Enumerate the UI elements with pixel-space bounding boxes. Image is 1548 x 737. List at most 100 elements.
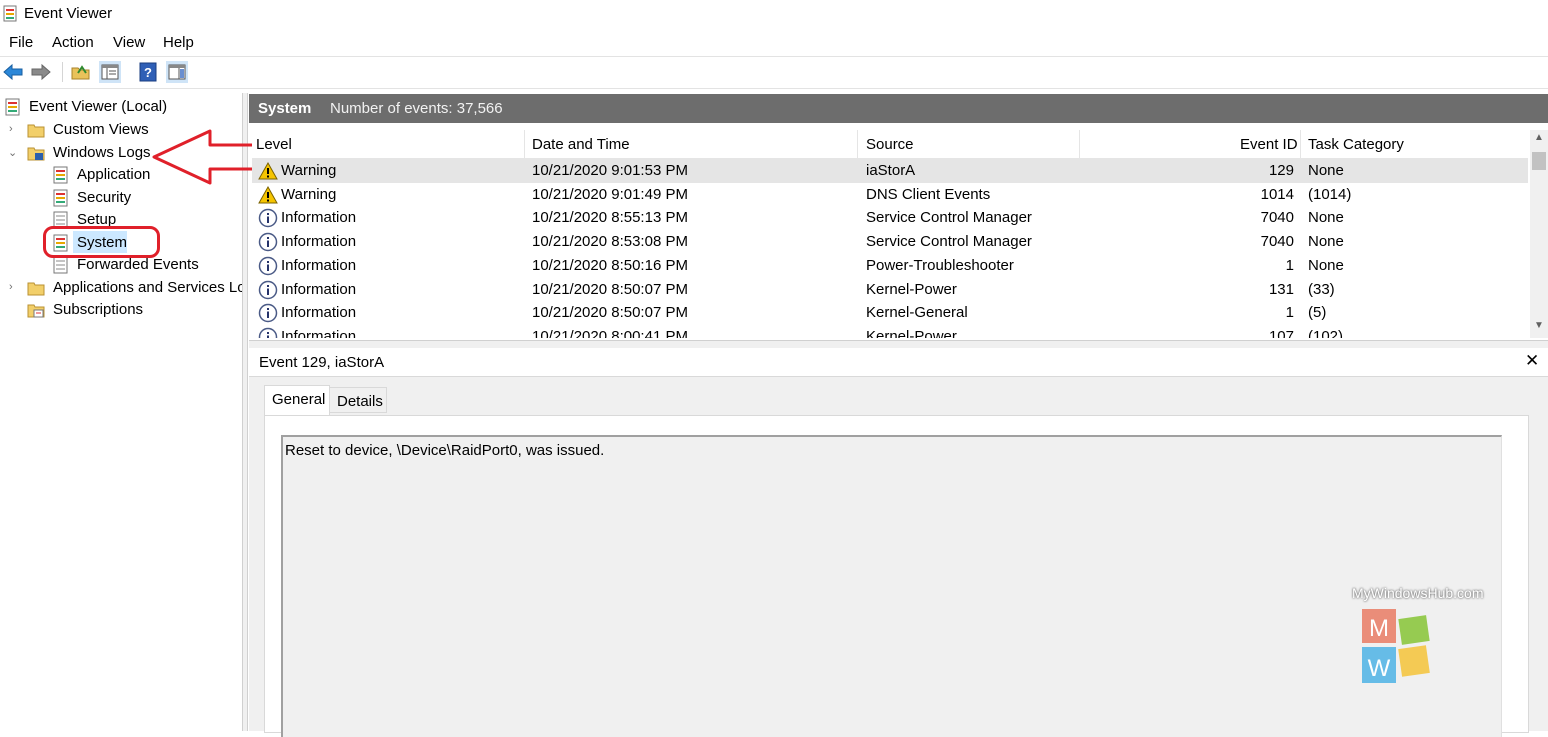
cell-source: Service Control Manager — [866, 233, 1032, 251]
column-header-event-id[interactable]: Event ID — [1240, 136, 1298, 153]
tree-label-root: Event Viewer (Local) — [29, 98, 168, 115]
menu-divider — [0, 56, 1548, 57]
cell-date-time: 10/21/2020 8:50:16 PM — [532, 256, 688, 274]
watermark: MyWindowsHub.com M W — [1352, 585, 1502, 705]
forward-arrow-icon[interactable] — [30, 61, 52, 83]
column-separator[interactable] — [1300, 130, 1301, 158]
menu-help[interactable]: Help — [163, 34, 194, 51]
log-icon — [53, 256, 68, 274]
cell-event-id: 1014 — [1260, 185, 1294, 203]
menu-file[interactable]: File — [9, 34, 33, 51]
column-header-source[interactable]: Source — [866, 136, 914, 153]
watermark-w: W — [1368, 655, 1391, 682]
cell-task-category: None — [1308, 256, 1344, 274]
tab-general[interactable]: General — [264, 385, 330, 415]
tree-label-security: Security — [77, 189, 132, 206]
cell-task-category: (33) — [1308, 280, 1335, 298]
info-icon — [258, 256, 278, 276]
cell-task-category: None — [1308, 209, 1344, 227]
detail-splitter[interactable] — [249, 340, 1548, 348]
scroll-thumb[interactable] — [1532, 152, 1546, 170]
show-hide-tree-icon[interactable] — [99, 61, 121, 83]
svg-text:?: ? — [144, 65, 152, 80]
tree-label-application: Application — [77, 166, 151, 183]
cell-date-time: 10/21/2020 9:01:53 PM — [532, 162, 688, 179]
tree-node-apps-services-logs[interactable]: › Applications and Services Logs — [0, 277, 242, 299]
cell-task-category: (1014) — [1308, 185, 1352, 203]
column-separator[interactable] — [1079, 130, 1080, 158]
tree-node-root[interactable]: Event Viewer (Local) — [0, 96, 240, 118]
watermark-logo-icon: M W — [1362, 609, 1430, 683]
column-header-level[interactable]: Level — [256, 136, 292, 153]
cell-date-time: 10/21/2020 8:55:13 PM — [532, 209, 688, 227]
cell-source: Kernel-Power — [866, 327, 957, 338]
cell-date-time: 10/21/2020 8:50:07 PM — [532, 280, 688, 298]
tree-label-subscriptions: Subscriptions — [53, 301, 144, 318]
expand-chevron-icon[interactable]: › — [9, 281, 13, 293]
column-separator[interactable] — [524, 130, 525, 158]
events-table: Level Date and Time Source Event ID Task… — [252, 130, 1528, 338]
info-icon — [258, 208, 278, 228]
help-icon[interactable]: ? — [137, 61, 159, 83]
event-count: Number of events: 37,566 — [330, 100, 503, 117]
cell-level: Information — [281, 256, 357, 274]
column-header-date-time[interactable]: Date and Time — [532, 136, 630, 153]
tree-label-windows-logs: Windows Logs — [53, 144, 151, 161]
cell-source: DNS Client Events — [866, 185, 991, 203]
table-row[interactable]: Information 10/21/2020 8:50:07 PM Kernel-G… — [252, 301, 1528, 325]
info-icon — [258, 232, 278, 252]
events-scrollbar[interactable]: ▲ ▼ — [1530, 130, 1548, 338]
watermark-text: MyWindowsHub.com — [1352, 585, 1484, 601]
table-row[interactable]: Information 10/21/2020 8:50:16 PM Power-Tr… — [252, 254, 1528, 278]
windows-logs-folder-icon — [27, 147, 45, 161]
back-arrow-icon[interactable] — [2, 61, 24, 83]
table-row[interactable]: Information 10/21/2020 8:55:13 PM Service … — [252, 206, 1528, 230]
event-description-box[interactable]: Reset to device, \Device\RaidPort0, was … — [281, 435, 1502, 737]
annotation-highlight-oval — [43, 226, 160, 258]
close-icon[interactable]: ✕ — [1525, 351, 1539, 371]
cell-task-category: (102) — [1308, 327, 1344, 338]
tree-label-forwarded-events: Forwarded Events — [77, 256, 199, 273]
cell-task-category: None — [1308, 233, 1344, 251]
cell-level: Information — [281, 304, 357, 322]
collapse-chevron-icon[interactable]: ⌄ — [8, 146, 17, 159]
pane-splitter[interactable] — [242, 93, 248, 731]
table-row[interactable]: Information 10/21/2020 8:53:08 PM Service … — [252, 230, 1528, 254]
menu-action[interactable]: Action — [52, 34, 94, 51]
cell-event-id: 7040 — [1260, 209, 1294, 227]
window-title: Event Viewer — [24, 5, 113, 22]
table-row[interactable]: Information 10/21/2020 8:00:41 PM Kernel-P… — [252, 325, 1528, 338]
cell-date-time: 10/21/2020 9:01:49 PM — [532, 185, 688, 203]
log-header-bar: System Number of events: 37,566 — [249, 94, 1548, 123]
table-row[interactable]: Warning 10/21/2020 9:01:49 PM DNS Client E… — [252, 183, 1528, 207]
tree-node-subscriptions[interactable]: Subscriptions — [0, 299, 240, 321]
table-row[interactable]: Information 10/21/2020 8:50:07 PM Kernel-P… — [252, 278, 1528, 302]
tree-node-security[interactable]: Security — [0, 187, 240, 209]
scroll-down-icon[interactable]: ▼ — [1534, 320, 1544, 331]
navigation-tree: Event Viewer (Local) › Custom Views ⌄ Wi… — [0, 93, 242, 731]
log-icon — [53, 189, 68, 207]
column-header-task-category[interactable]: Task Category — [1308, 136, 1404, 153]
open-folder-icon[interactable] — [70, 61, 92, 83]
show-hide-action-pane-icon[interactable] — [166, 61, 188, 83]
expand-chevron-icon[interactable]: › — [9, 123, 13, 135]
cell-event-id: 129 — [1268, 162, 1294, 179]
tab-details[interactable]: Details — [330, 387, 387, 413]
cell-level: Information — [281, 209, 357, 227]
table-header: Level Date and Time Source Event ID Task… — [252, 130, 1528, 159]
detail-scrollbar[interactable] — [1530, 377, 1548, 731]
table-row[interactable]: Warning 10/21/2020 9:01:53 PM iaStorA 129 No… — [252, 159, 1528, 183]
tree-label-custom-views: Custom Views — [53, 121, 149, 138]
watermark-m: M — [1369, 615, 1389, 642]
toolbar: ? — [0, 58, 1548, 86]
column-separator[interactable] — [857, 130, 858, 158]
subscriptions-icon — [27, 304, 45, 318]
cell-level: Warning — [281, 185, 337, 203]
cell-event-id: 7040 — [1260, 233, 1294, 251]
menu-view[interactable]: View — [113, 34, 145, 51]
event-description: Reset to device, \Device\RaidPort0, was … — [285, 442, 605, 459]
scroll-up-icon[interactable]: ▲ — [1534, 132, 1544, 143]
folder-icon — [27, 282, 45, 296]
cell-source: Service Control Manager — [866, 209, 1032, 227]
cell-event-id: 1 — [1285, 256, 1294, 274]
